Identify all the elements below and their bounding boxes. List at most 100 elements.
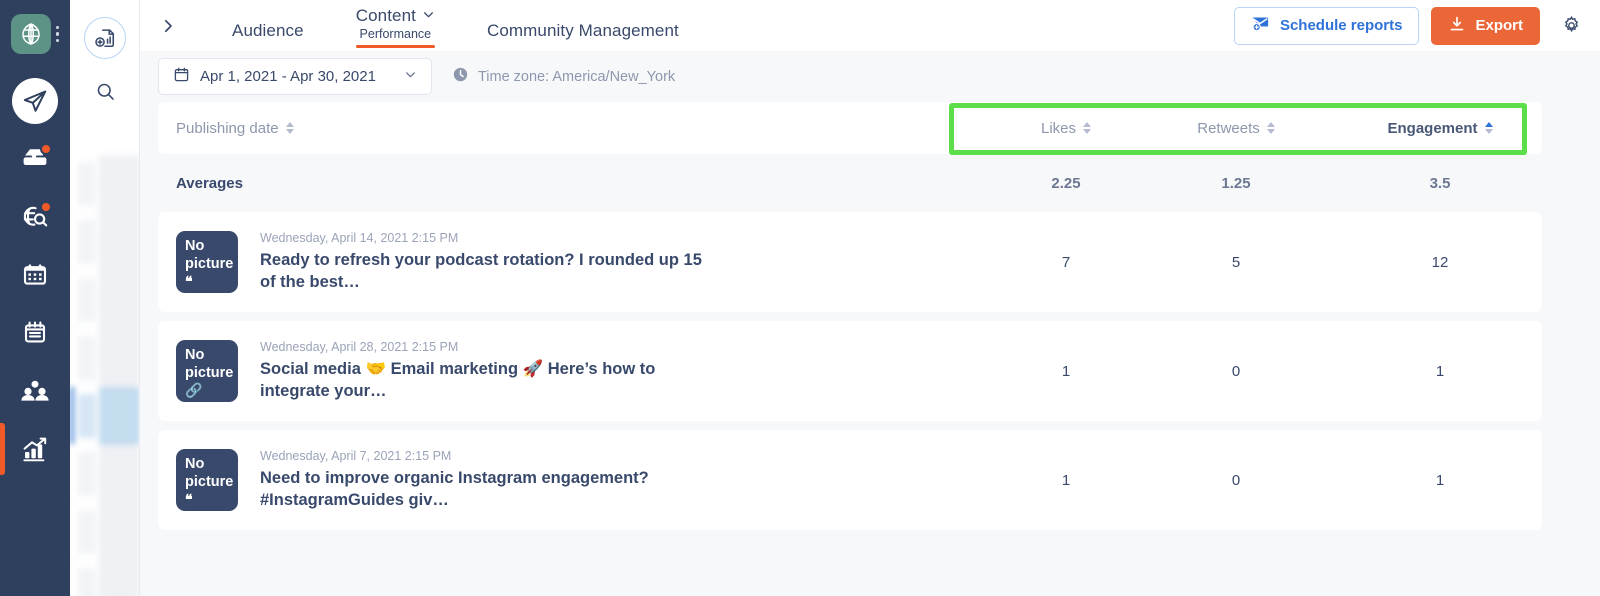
post-thumbnail-placeholder: No picture ❝ xyxy=(176,231,238,293)
sidebar-item-audience[interactable] xyxy=(0,362,70,420)
averages-row: Averages 2.25 1.25 3.5 xyxy=(158,154,1542,212)
cell-engagement: 1 xyxy=(1435,362,1445,380)
link-icon: 🔗 xyxy=(185,382,203,399)
tab-content-label: Content xyxy=(355,6,416,25)
chevron-down-icon xyxy=(422,6,435,26)
cell-retweets: 0 xyxy=(1231,362,1241,380)
post-date: Wednesday, April 28, 2021 2:15 PM xyxy=(260,339,459,354)
post-date: Wednesday, April 14, 2021 2:15 PM xyxy=(260,230,459,245)
averages-engagement: 3.5 xyxy=(1429,174,1451,192)
notification-badge xyxy=(40,201,52,213)
content-performance-table: Publishing date Likes Retweets Engagemen… xyxy=(140,102,1600,596)
timezone-label: Time zone: America/New_York xyxy=(477,68,676,85)
table-row[interactable]: No picture ❝ Wednesday, April 14, 2021 2… xyxy=(158,212,1542,312)
date-range-value: Apr 1, 2021 - Apr 30, 2021 xyxy=(200,68,376,85)
tab-content-sublabel: Performance xyxy=(359,27,432,41)
tab-audience[interactable]: Audience xyxy=(232,0,304,51)
tab-community-management[interactable]: Community Management xyxy=(487,0,679,51)
cell-retweets: 0 xyxy=(1231,471,1241,489)
nav-tabs: Audience Content Performance Community M… xyxy=(206,0,705,51)
sort-arrows-icon[interactable] xyxy=(285,122,294,134)
sidebar-item-analytics[interactable] xyxy=(0,420,70,478)
quote-icon: ❝ xyxy=(185,273,193,290)
column-header-retweets[interactable]: Retweets xyxy=(1134,120,1338,137)
column-header-publishing-date[interactable]: Publishing date xyxy=(176,120,998,137)
sidebar-item-compose[interactable] xyxy=(0,72,70,130)
thumb-line-2: picture xyxy=(185,473,234,490)
report-list-blurred xyxy=(70,155,139,596)
clipboard-list-icon xyxy=(24,321,46,343)
search-icon[interactable] xyxy=(70,69,139,113)
table-row[interactable]: No picture ❝ Wednesday, April 7, 2021 2:… xyxy=(158,430,1542,530)
calendar-icon xyxy=(23,264,47,285)
schedule-reports-label: Schedule reports xyxy=(1279,17,1403,34)
averages-label: Averages xyxy=(176,174,243,192)
add-report-icon[interactable] xyxy=(83,17,126,59)
tab-community-management-label: Community Management xyxy=(486,21,679,40)
cell-engagement: 12 xyxy=(1431,253,1449,271)
table-row[interactable]: No picture 🔗 Wednesday, April 28, 2021 2… xyxy=(158,321,1542,421)
column-label-retweets: Retweets xyxy=(1197,119,1260,137)
notification-badge xyxy=(40,143,52,155)
list-item[interactable] xyxy=(70,329,139,387)
quote-icon: ❝ xyxy=(185,491,193,508)
envelope-plus-icon xyxy=(1251,15,1271,36)
post-thumbnail-placeholder: No picture ❝ xyxy=(176,449,238,511)
cell-likes: 7 xyxy=(1061,253,1071,271)
main-area: Audience Content Performance Community M… xyxy=(140,0,1600,596)
primary-sidebar xyxy=(0,0,70,596)
cell-likes: 1 xyxy=(1061,471,1071,489)
thumb-line-1: No xyxy=(185,456,205,472)
list-item[interactable] xyxy=(70,213,139,271)
averages-likes: 2.25 xyxy=(1051,174,1081,192)
list-item[interactable] xyxy=(70,271,139,329)
export-button[interactable]: Export xyxy=(1431,6,1540,45)
column-label-likes: Likes xyxy=(1040,119,1077,137)
post-text: Need to improve organic Instagram engage… xyxy=(260,468,649,509)
thumb-line-2: picture xyxy=(185,364,234,381)
bar-chart-growth-icon xyxy=(23,437,47,462)
sidebar-item-listening[interactable] xyxy=(0,188,70,246)
sort-arrows-icon[interactable] xyxy=(1266,122,1275,134)
header-actions: Schedule reports Export xyxy=(1233,6,1586,45)
brand-row xyxy=(10,14,60,54)
download-icon xyxy=(1448,15,1466,37)
thumb-line-1: No xyxy=(185,238,205,254)
sort-arrows-icon[interactable] xyxy=(1083,122,1092,134)
tab-audience-label: Audience xyxy=(232,21,304,40)
sort-arrows-icon[interactable] xyxy=(1484,122,1493,134)
table-header-row: Publishing date Likes Retweets Engagemen… xyxy=(158,102,1542,154)
averages-retweets: 1.25 xyxy=(1221,174,1251,192)
tab-content[interactable]: Content Performance xyxy=(355,0,436,51)
people-icon xyxy=(21,380,49,401)
kebab-menu-icon[interactable] xyxy=(55,25,60,43)
list-item[interactable] xyxy=(70,561,139,596)
list-item-selected[interactable] xyxy=(70,387,139,445)
reports-panel xyxy=(70,0,140,596)
app-root: Audience Content Performance Community M… xyxy=(0,0,1600,596)
column-header-engagement[interactable]: Engagement xyxy=(1338,120,1542,137)
cell-retweets: 5 xyxy=(1231,253,1241,271)
filter-bar: Apr 1, 2021 - Apr 30, 2021 Time zone: Am… xyxy=(140,51,1600,102)
list-item[interactable] xyxy=(70,445,139,503)
column-label-publishing-date: Publishing date xyxy=(176,119,279,137)
thumb-line-1: No xyxy=(185,347,205,363)
paper-plane-icon xyxy=(12,78,58,124)
post-date: Wednesday, April 7, 2021 2:15 PM xyxy=(260,448,452,463)
schedule-reports-button[interactable]: Schedule reports xyxy=(1233,6,1420,45)
gear-icon[interactable] xyxy=(1556,11,1586,41)
sidebar-item-calendar[interactable] xyxy=(0,246,70,304)
timezone-indicator: Time zone: America/New_York xyxy=(452,66,675,87)
date-range-picker[interactable]: Apr 1, 2021 - Apr 30, 2021 xyxy=(158,58,432,95)
sidebar-item-inbox[interactable] xyxy=(0,130,70,188)
sidebar-item-planner[interactable] xyxy=(0,304,70,362)
post-text: Social media 🤝 Email marketing 🚀 Here’s … xyxy=(260,359,656,400)
list-item[interactable] xyxy=(70,503,139,561)
top-navigation-bar: Audience Content Performance Community M… xyxy=(140,0,1600,51)
list-item[interactable] xyxy=(70,155,139,213)
globe-leaf-logo[interactable] xyxy=(10,14,51,54)
post-text: Ready to refresh your podcast rotation? … xyxy=(260,250,702,291)
chevron-right-icon[interactable] xyxy=(140,0,196,51)
column-header-likes[interactable]: Likes xyxy=(998,120,1134,137)
cell-engagement: 1 xyxy=(1435,471,1445,489)
